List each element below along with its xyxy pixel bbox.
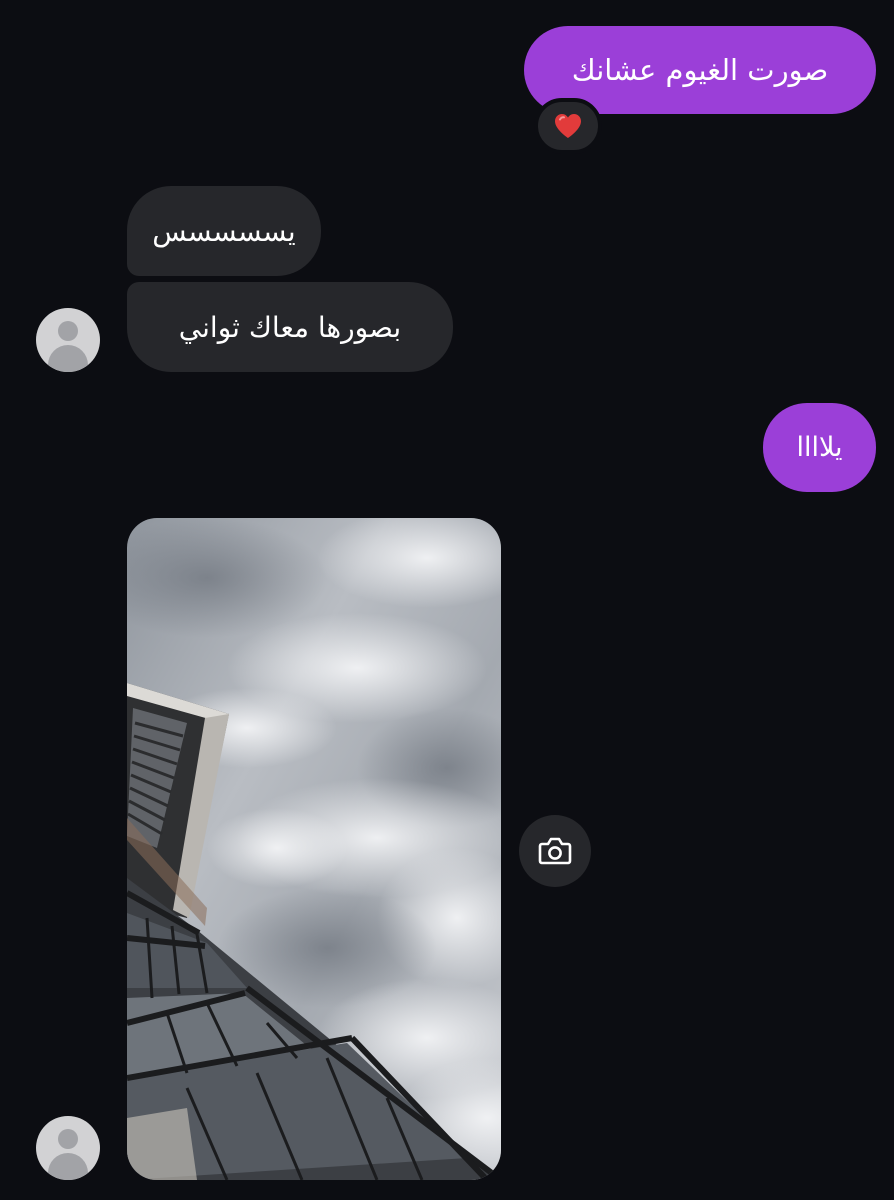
reaction-badge[interactable] — [534, 98, 602, 154]
message-text: يسسسسس — [152, 214, 296, 248]
message-text: صورت الغيوم عشانك — [571, 53, 829, 87]
message-text: بصورها معاك ثواني — [178, 310, 402, 344]
received-message-bubble[interactable]: يسسسسس — [127, 186, 321, 276]
heart-icon — [555, 114, 581, 138]
default-avatar-icon — [58, 321, 78, 341]
photo-message[interactable] — [127, 518, 501, 1180]
camera-button[interactable] — [519, 815, 591, 887]
message-text: يلاااا — [796, 432, 843, 463]
camera-icon — [538, 837, 572, 865]
sent-message-bubble[interactable]: يلاااا — [763, 403, 876, 492]
sender-avatar[interactable] — [36, 308, 100, 372]
default-avatar-icon — [58, 1129, 78, 1149]
sender-avatar[interactable] — [36, 1116, 100, 1180]
sky-building-photo — [127, 518, 501, 1180]
received-message-bubble[interactable]: بصورها معاك ثواني — [127, 282, 453, 372]
